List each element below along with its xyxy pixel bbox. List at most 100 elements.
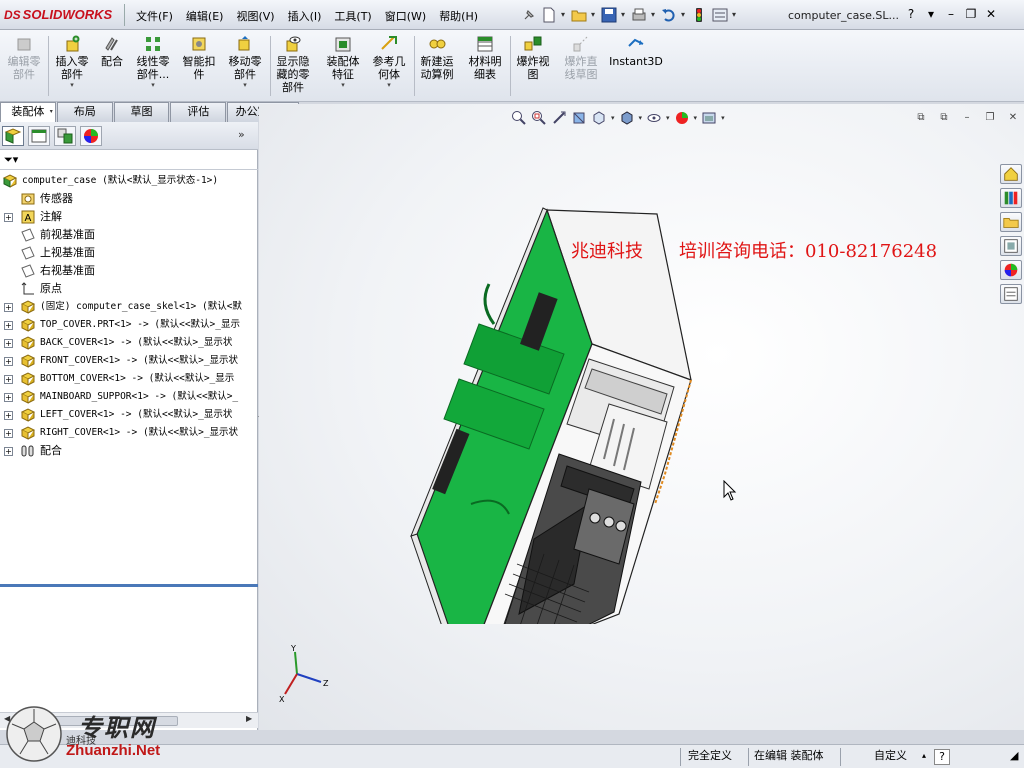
computer-case-model[interactable] (409, 204, 699, 624)
view-palette-tab[interactable] (1000, 236, 1022, 256)
tree-item[interactable]: 上视基准面 (0, 244, 258, 262)
linear-pattern-button[interactable]: 线性零 部件... ▾ (132, 34, 174, 89)
minimize-icon[interactable]: – (958, 112, 976, 126)
tree-item[interactable]: + BACK_COVER<1> -> (默认<<默认>_显示状 (0, 334, 258, 352)
expand-icon[interactable]: + (4, 393, 13, 402)
tree-item[interactable]: + RIGHT_COVER<1> -> (默认<<默认>_显示状 (0, 424, 258, 442)
expand-icon[interactable]: + (4, 303, 13, 312)
undo-icon[interactable] (660, 6, 678, 24)
chevron-down-icon[interactable]: ▾ (132, 81, 174, 89)
view-orientation-icon[interactable] (591, 110, 607, 126)
new-motion-study-button[interactable]: 新建运 动算例 (416, 34, 458, 81)
new-document-icon[interactable] (540, 6, 558, 24)
configuration-manager-tab[interactable] (54, 126, 76, 146)
tree-item[interactable]: + MAINBOARD_SUPPOR<1> -> (默认<<默认>_ (0, 388, 258, 406)
chevron-down-icon[interactable]: ▾ (666, 114, 670, 122)
menu-tools[interactable]: 工具(T) (334, 8, 371, 24)
tree-item[interactable]: + 配合 (0, 442, 258, 460)
help-icon[interactable]: ? (902, 6, 920, 22)
tile-vertical-icon[interactable]: ⧉ (935, 112, 953, 126)
chevron-down-icon[interactable]: ▾ (922, 6, 940, 22)
tab-layout[interactable]: 布局 (56, 102, 113, 122)
save-icon[interactable] (600, 6, 618, 24)
mate-button[interactable]: 配合 (96, 34, 128, 68)
tree-item[interactable]: + (固定) computer_case_skel<1> (默认<默 (0, 298, 258, 316)
chevron-down-icon[interactable]: ▾ (591, 6, 597, 24)
menu-window[interactable]: 窗口(W) (385, 8, 426, 24)
tree-item[interactable]: + FRONT_COVER<1> -> (默认<<默认>_显示状 (0, 352, 258, 370)
chevron-down-icon[interactable]: ▾ (611, 114, 615, 122)
reference-geometry-button[interactable]: 参考几 何体 ▾ (368, 34, 410, 89)
tree-root[interactable]: computer_case (默认<默认_显示状态-1>) (0, 172, 258, 190)
tree-item[interactable]: + TOP_COVER.PRT<1> -> (默认<<默认>_显示 (0, 316, 258, 334)
display-style-icon[interactable] (619, 110, 635, 126)
exploded-view-button[interactable]: 爆炸视图 (512, 34, 554, 81)
graphics-viewport[interactable]: ▾ ▾ ▾ ▾ ▾ ⧉ ⧉ – ❐ ✕ 兆迪科技 培训咨询电话：010-8217… (259, 104, 1024, 730)
expand-icon[interactable]: + (4, 429, 13, 438)
tree-item[interactable]: + A 注解 (0, 208, 258, 226)
chevron-down-icon[interactable]: ▾ (621, 6, 627, 24)
feature-manager-tab[interactable] (2, 126, 24, 146)
tab-sketch[interactable]: 草图 (113, 102, 170, 122)
chevron-down-icon[interactable]: ▾ (694, 114, 698, 122)
expand-icon[interactable]: + (4, 213, 13, 222)
hide-show-items-icon[interactable] (646, 110, 662, 126)
scroll-right-icon[interactable]: ▶ (246, 714, 252, 723)
solidworks-logo[interactable]: DS SOLIDWORKS (4, 7, 112, 22)
chevron-down-icon[interactable]: ▾ (52, 81, 92, 89)
tab-assembly[interactable]: 装配体 ▾ (0, 102, 56, 122)
chevron-down-icon[interactable]: ▾ (561, 6, 567, 24)
expand-icon[interactable]: + (4, 375, 13, 384)
expand-icon[interactable]: + (4, 357, 13, 366)
tree-item[interactable]: + LEFT_COVER<1> -> (默认<<默认>_显示状 (0, 406, 258, 424)
zoom-to-fit-icon[interactable] (511, 110, 527, 126)
menu-insert[interactable]: 插入(I) (288, 8, 322, 24)
chevron-down-icon[interactable]: ▾ (651, 6, 657, 24)
apply-scene-icon[interactable] (701, 110, 717, 126)
expand-icon[interactable]: + (4, 447, 13, 456)
custom-properties-tab[interactable] (1000, 284, 1022, 304)
section-view-icon[interactable] (571, 110, 587, 126)
chevron-down-icon[interactable]: ▾ (732, 6, 738, 24)
resize-grip-icon[interactable]: ◢ (1006, 745, 1018, 768)
bill-of-materials-button[interactable]: 材料明 细表 (464, 34, 506, 81)
property-manager-tab[interactable] (28, 126, 50, 146)
filter-icon[interactable]: ⏷▾ (4, 153, 18, 167)
close-icon[interactable]: ✕ (982, 6, 1000, 22)
units-selector[interactable]: 自定义 (870, 745, 907, 768)
pin-icon[interactable] (522, 8, 536, 22)
insert-component-button[interactable]: 插入零 部件 ▾ (52, 34, 92, 89)
print-icon[interactable] (630, 6, 648, 24)
tree-item[interactable]: + BOTTOM_COVER<1> -> (默认<<默认>_显示 (0, 370, 258, 388)
zoom-to-area-icon[interactable] (531, 110, 547, 126)
chevron-down-icon[interactable]: ▾ (721, 114, 725, 122)
tree-item[interactable]: 原点 (0, 280, 258, 298)
menu-view[interactable]: 视图(V) (236, 8, 274, 24)
menu-help[interactable]: 帮助(H) (439, 8, 478, 24)
restore-icon[interactable]: ❐ (962, 6, 980, 22)
help-icon[interactable]: ? (934, 749, 950, 765)
instant3d-button[interactable]: Instant3D (608, 34, 664, 68)
expand-panel-icon[interactable]: » (238, 128, 245, 141)
menu-edit[interactable]: 编辑(E) (186, 8, 224, 24)
smart-fastener-button[interactable]: 智能扣件 (178, 34, 220, 81)
edit-appearance-icon[interactable] (674, 110, 690, 126)
tree-item[interactable]: 前视基准面 (0, 226, 258, 244)
rebuild-icon[interactable] (690, 6, 708, 24)
minimize-icon[interactable]: – (942, 6, 960, 22)
tab-evaluate[interactable]: 评估 (170, 102, 227, 122)
restore-icon[interactable]: ❐ (981, 112, 999, 126)
display-manager-tab[interactable] (80, 126, 102, 146)
close-icon[interactable]: ✕ (1004, 112, 1022, 126)
show-hidden-components-button[interactable]: 显示隐 藏的零 部件 (272, 34, 314, 94)
file-explorer-tab[interactable] (1000, 212, 1022, 232)
chevron-down-icon[interactable]: ▾ (322, 81, 364, 89)
edit-component-button[interactable]: 编辑零 部件 (4, 34, 44, 81)
previous-view-icon[interactable] (551, 110, 567, 126)
expand-icon[interactable]: + (4, 339, 13, 348)
chevron-up-icon[interactable]: ▴ (918, 745, 926, 768)
tile-horizontal-icon[interactable]: ⧉ (912, 112, 930, 126)
expand-icon[interactable]: + (4, 321, 13, 330)
options-icon[interactable] (711, 6, 729, 24)
chevron-down-icon[interactable]: ▾ (222, 81, 268, 89)
